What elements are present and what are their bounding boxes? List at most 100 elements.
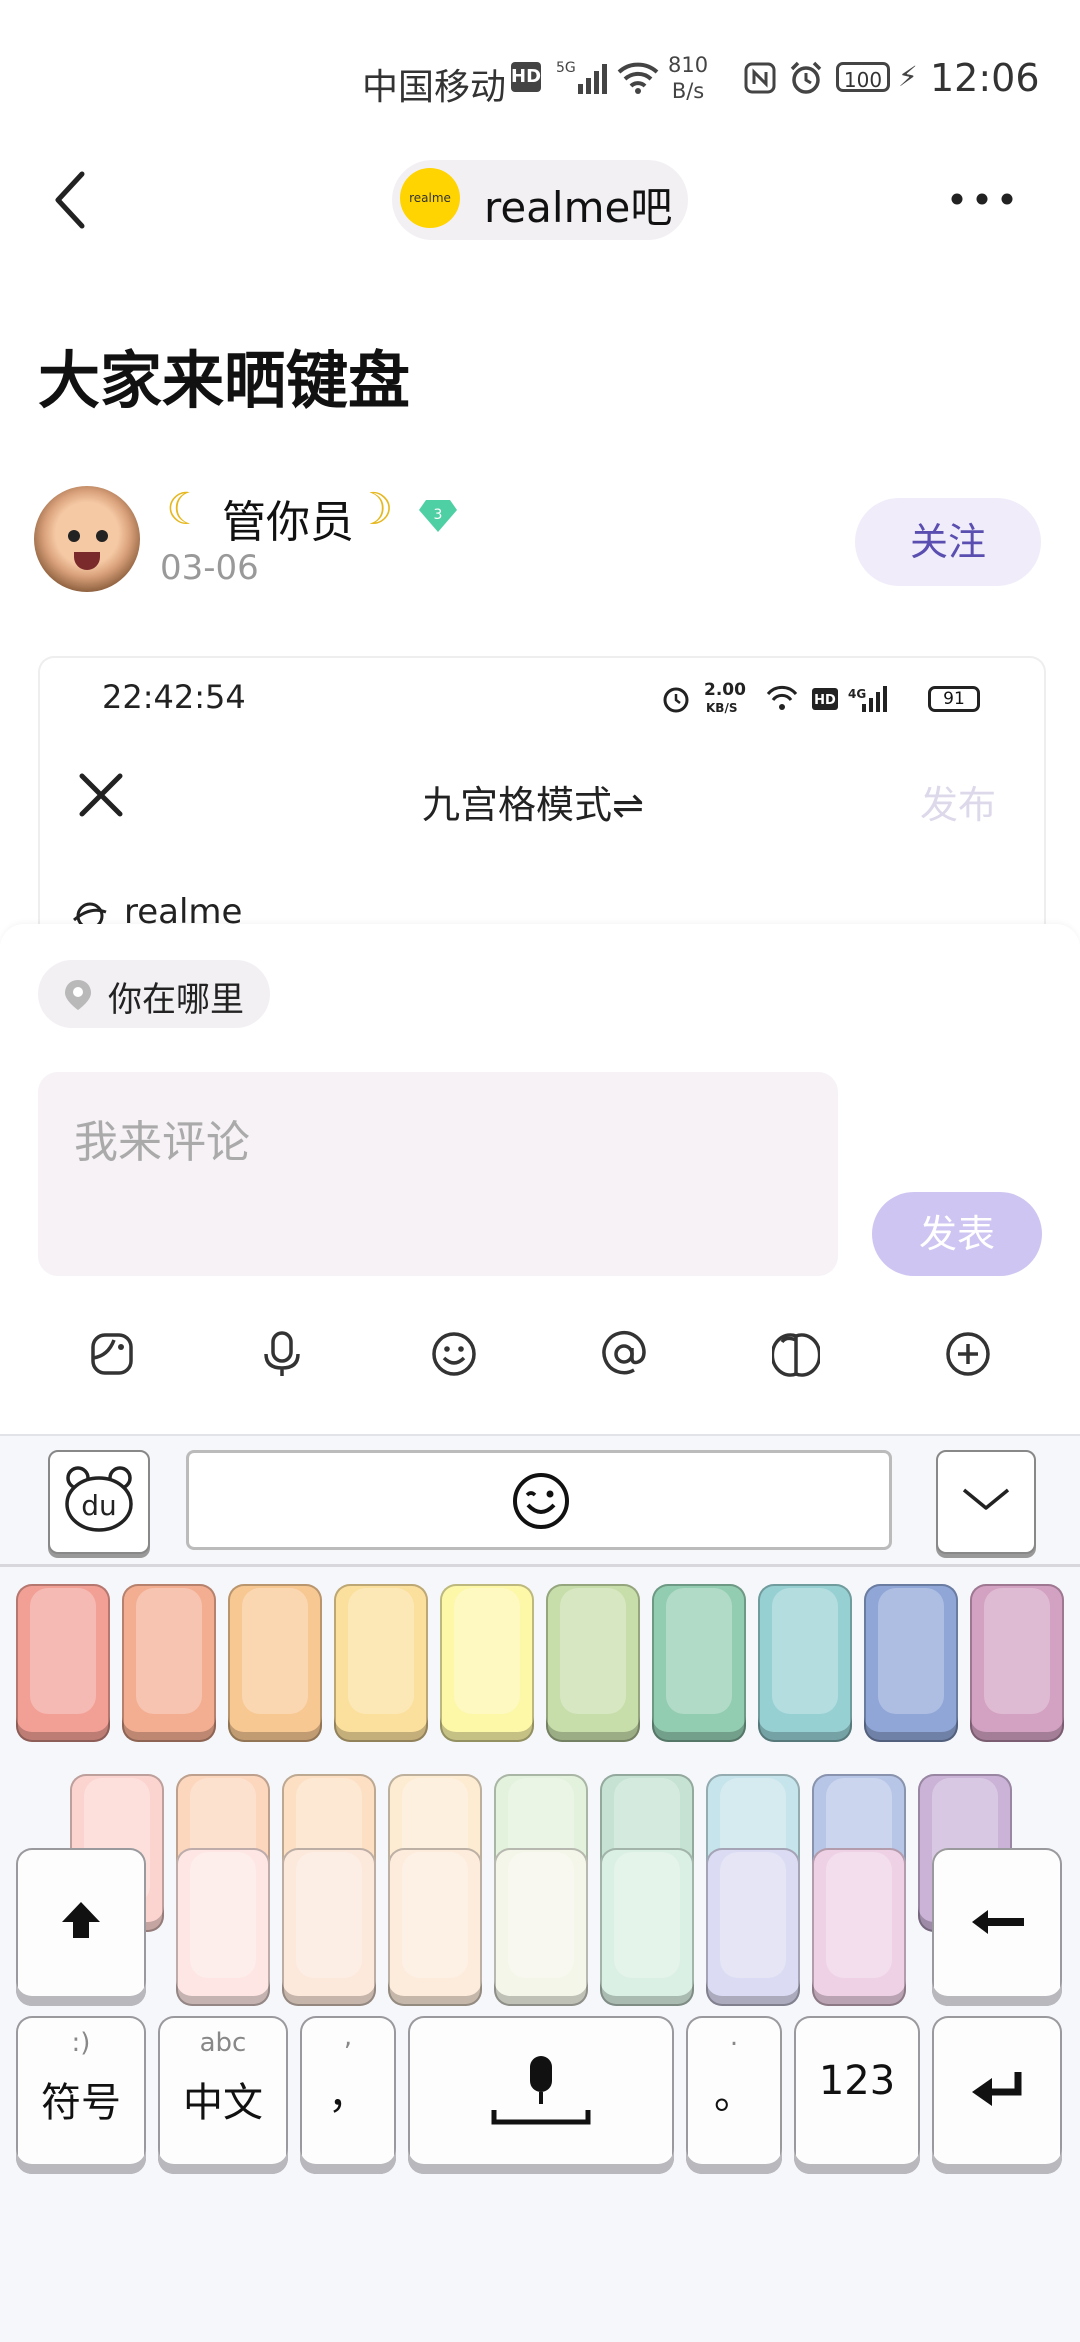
key-cap [136, 1588, 202, 1714]
embedded-status-icons: 2.00 KB/S HD 4G [662, 680, 902, 726]
emoji-bar[interactable] [186, 1450, 892, 1550]
embedded-mode-title: 九宫格模式⇌ [422, 783, 644, 827]
avatar[interactable] [34, 486, 140, 592]
numbers-key[interactable]: 123 [794, 2016, 920, 2174]
avatar-mouth [74, 552, 100, 570]
avatar-eye [68, 530, 80, 542]
post-date: 03-06 [160, 548, 259, 588]
keyboard: du :) 符号 abc 中文 , ， . 。 123 [0, 1434, 1080, 2342]
period-hint: . [729, 2022, 739, 2052]
color-row3-key[interactable] [812, 1848, 906, 2006]
key-cap [878, 1588, 944, 1714]
author-name[interactable]: 管你员 [222, 486, 354, 550]
symbols-label: 符号 [41, 2080, 121, 2126]
emoji-icon[interactable] [430, 1330, 478, 1378]
key-cap [984, 1588, 1050, 1714]
follow-button[interactable]: 关注 [855, 498, 1041, 586]
location-chip[interactable]: 你在哪里 [38, 960, 270, 1028]
color-row1-key[interactable] [864, 1584, 958, 1742]
key-cap [30, 1588, 96, 1714]
color-row3-key[interactable] [600, 1848, 694, 2006]
period-key[interactable]: . 。 [686, 2016, 782, 2174]
post-image[interactable]: 22:42:54 2.00 KB/S HD 4G 91 九宫格模式⇌ 发布 re… [38, 656, 1046, 948]
chinese-hint: abc [199, 2028, 247, 2058]
shift-key[interactable] [16, 1848, 146, 2006]
key-cap [190, 1852, 256, 1978]
symbols-hint: :) [71, 2028, 91, 2058]
forum-pill[interactable]: realme realme吧 [392, 160, 688, 240]
key-cap [560, 1588, 626, 1714]
moon-icon: ☽ [354, 484, 394, 535]
svg-text:2.00: 2.00 [704, 680, 746, 700]
embedded-time: 22:42:54 [102, 678, 246, 716]
key-cap [296, 1852, 362, 1978]
color-row3-key[interactable] [706, 1848, 800, 2006]
signal-icon: 5G [556, 60, 607, 94]
speed-value: 810 [668, 53, 709, 77]
chinese-label: 中文 [183, 2080, 263, 2126]
chevron-down-icon [962, 1488, 1010, 1510]
space-key[interactable] [408, 2016, 674, 2174]
key-cap [720, 1852, 786, 1978]
key-cap [826, 1852, 892, 1978]
send-comment-button[interactable]: 发表 [872, 1192, 1042, 1276]
close-icon [79, 773, 123, 817]
key-cap [348, 1588, 414, 1714]
battery-indicator: 100 [836, 62, 890, 92]
symbols-key[interactable]: :) 符号 [16, 2016, 146, 2174]
key-cap [242, 1588, 308, 1714]
embedded-publish-label: 发布 [920, 783, 997, 827]
keyboard-divider [0, 1564, 1080, 1567]
backspace-key[interactable] [932, 1848, 1062, 2006]
back-arrow-icon[interactable] [50, 168, 90, 232]
backspace-arrow-icon [972, 1910, 1024, 1934]
embedded-battery: 91 [928, 686, 980, 712]
comma-hint: , [343, 2022, 353, 2052]
color-row3-key[interactable] [176, 1848, 270, 2006]
svg-text:KB/S: KB/S [706, 701, 737, 715]
color-row3-key[interactable] [494, 1848, 588, 2006]
comma-key[interactable]: , ， [300, 2016, 396, 2174]
enter-key[interactable] [932, 2016, 1062, 2174]
forum-logo: realme [400, 168, 460, 228]
color-row1-key[interactable] [16, 1584, 110, 1742]
period-label: 。 [714, 2072, 754, 2118]
svg-text:HD: HD [814, 693, 836, 708]
color-row1-key[interactable] [546, 1584, 640, 1742]
speed-unit: B/s [671, 79, 705, 103]
clock: 12:06 [930, 56, 1040, 100]
enter-arrow-icon [972, 2072, 1022, 2106]
color-row1-key[interactable] [228, 1584, 322, 1742]
hd-badge: HD [511, 62, 541, 92]
location-label: 你在哪里 [108, 980, 244, 1020]
comment-panel: 你在哪里 我来评论 发表 [0, 924, 1080, 1434]
color-row1-key[interactable] [334, 1584, 428, 1742]
voice-input-icon [491, 2056, 591, 2125]
more-options-icon[interactable] [950, 192, 1014, 206]
mention-icon[interactable] [600, 1330, 648, 1378]
charging-icon: ⚡ [898, 60, 918, 93]
key-cap [508, 1852, 574, 1978]
add-icon[interactable] [944, 1330, 992, 1378]
sticker-icon[interactable] [88, 1330, 136, 1378]
color-row1-key[interactable] [652, 1584, 746, 1742]
status-bar: 中国移动 HD 5G 810 B/s 100 ⚡ 12:06 [0, 0, 1080, 150]
comment-input[interactable]: 我来评论 [38, 1072, 838, 1276]
color-row1-key[interactable] [122, 1584, 216, 1742]
color-row1-key[interactable] [440, 1584, 534, 1742]
color-row3-key[interactable] [282, 1848, 376, 2006]
color-row1-key[interactable] [970, 1584, 1064, 1742]
collapse-keyboard-button[interactable] [936, 1450, 1036, 1554]
level-badge: 3 [419, 500, 457, 532]
gift-icon[interactable] [772, 1330, 820, 1378]
key-cap [454, 1588, 520, 1714]
svg-text:4G: 4G [848, 687, 866, 701]
color-row3-key[interactable] [388, 1848, 482, 2006]
microphone-icon[interactable] [258, 1330, 306, 1378]
shift-arrow-icon [62, 1902, 100, 1938]
post-title: 大家来晒键盘 [38, 344, 411, 417]
alarm-icon [790, 61, 822, 94]
color-row1-key[interactable] [758, 1584, 852, 1742]
chinese-key[interactable]: abc 中文 [158, 2016, 288, 2174]
keyboard-logo-button[interactable]: du [48, 1450, 150, 1554]
